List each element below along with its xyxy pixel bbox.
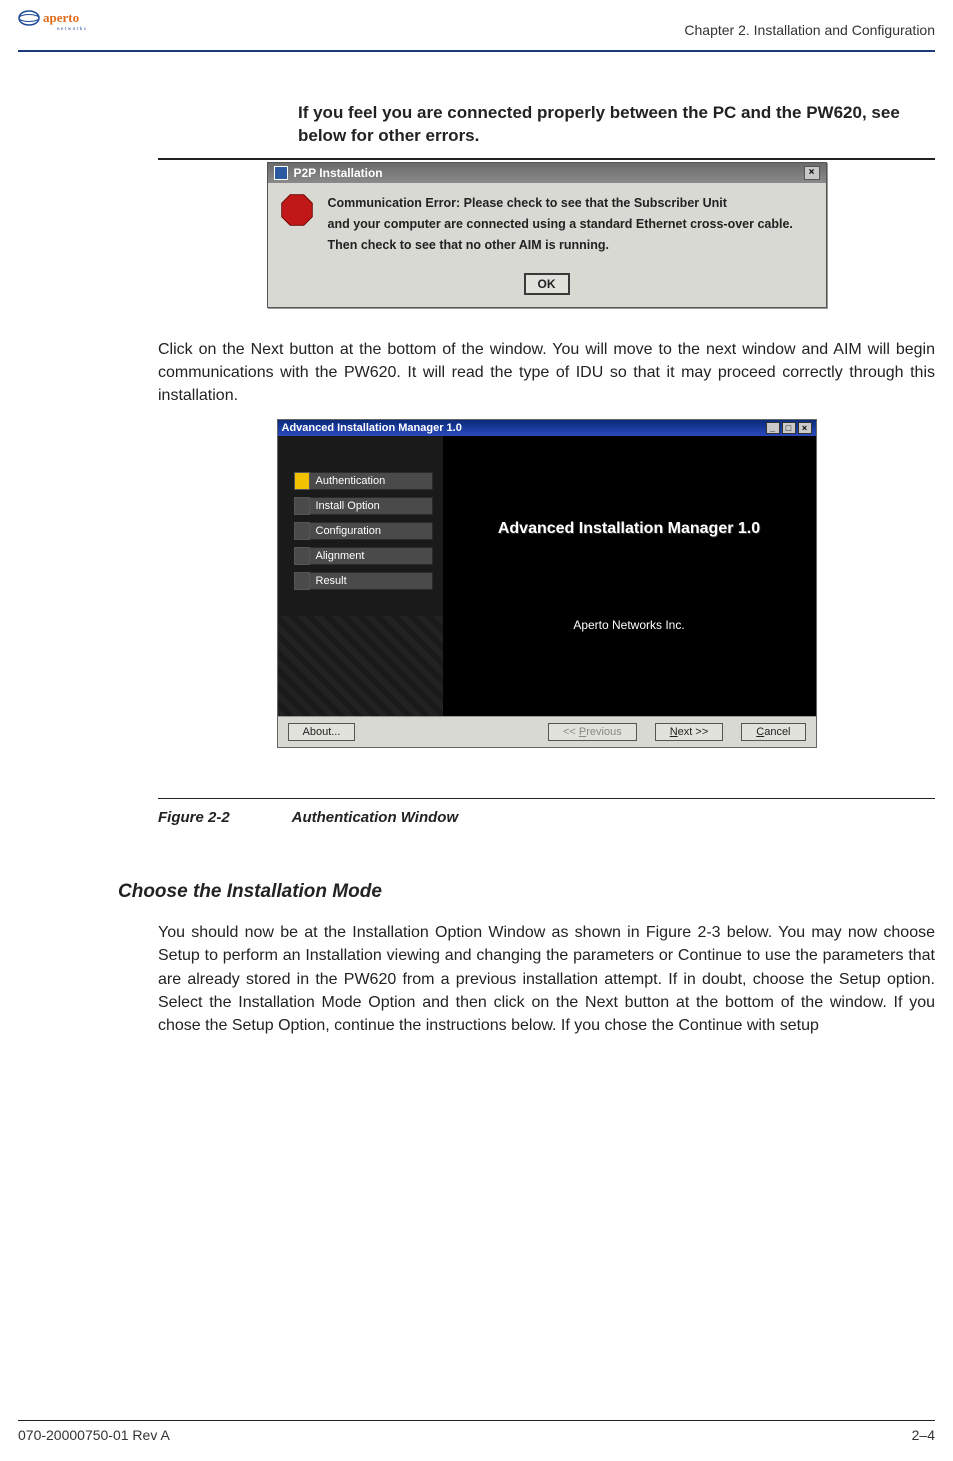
close-icon[interactable]: ×	[804, 166, 820, 180]
svg-text:networks: networks	[57, 27, 87, 32]
aim-title: Advanced Installation Manager 1.0	[282, 422, 462, 434]
step-label: Configuration	[310, 522, 433, 540]
aim-window-figure: Advanced Installation Manager 1.0 _ □ × …	[158, 419, 935, 748]
maximize-icon[interactable]: □	[782, 422, 796, 434]
close-icon[interactable]: ×	[798, 422, 812, 434]
aim-sidebar: Authentication Install Option Configurat…	[278, 436, 443, 716]
aim-main-title: Advanced Installation Manager 1.0	[498, 520, 760, 538]
footer-rule	[18, 1420, 935, 1421]
error-line-2: and your computer are connected using a …	[328, 214, 793, 235]
page-footer: 070-20000750-01 Rev A 2–4	[18, 1420, 935, 1443]
document-id: 070-20000750-01 Rev A	[18, 1427, 170, 1443]
error-line-3: Then check to see that no other AIM is r…	[328, 235, 793, 256]
step-indicator-icon	[294, 547, 310, 565]
section-paragraph: You should now be at the Installation Op…	[158, 921, 935, 1037]
lead-rule	[158, 158, 935, 160]
step-indicator-icon	[294, 522, 310, 540]
sidebar-step-authentication: Authentication	[294, 472, 433, 490]
error-dialog-figure: P2P Installation × Communication Error: …	[158, 162, 935, 308]
p2p-error-dialog: P2P Installation × Communication Error: …	[267, 162, 827, 308]
section-heading: Choose the Installation Mode	[118, 881, 935, 903]
error-line-1: Communication Error: Please check to see…	[328, 193, 793, 214]
aim-footer: About... << Previous Next >> Cancel	[278, 716, 816, 747]
minimize-icon[interactable]: _	[766, 422, 780, 434]
aim-main-panel: Advanced Installation Manager 1.0 Aperto…	[443, 436, 816, 716]
sidebar-step-alignment: Alignment	[294, 547, 433, 565]
dialog-titlebar: P2P Installation ×	[268, 163, 826, 183]
step-label: Install Option	[310, 497, 433, 515]
document-page: aperto networks Chapter 2. Installation …	[0, 0, 953, 1461]
step-indicator-icon	[294, 472, 310, 490]
figure-title: Authentication Window	[292, 809, 459, 826]
figure-caption: Figure 2-2 Authentication Window	[158, 809, 935, 826]
dialog-title: P2P Installation	[294, 166, 383, 180]
sidebar-step-configuration: Configuration	[294, 522, 433, 540]
page-number: 2–4	[912, 1427, 935, 1443]
lead-paragraph: If you feel you are connected properly b…	[298, 102, 935, 148]
step-indicator-icon	[294, 497, 310, 515]
app-icon	[274, 166, 288, 180]
stop-error-icon	[280, 193, 314, 227]
figure-number: Figure 2-2	[158, 809, 288, 826]
step-label: Alignment	[310, 547, 433, 565]
aim-titlebar: Advanced Installation Manager 1.0 _ □ ×	[278, 420, 816, 436]
error-message: Communication Error: Please check to see…	[328, 193, 793, 257]
aperto-logo: aperto networks	[18, 4, 118, 40]
step-label: Authentication	[310, 472, 433, 490]
page-header: aperto networks Chapter 2. Installation …	[0, 0, 953, 48]
chapter-title: Chapter 2. Installation and Configuratio…	[684, 22, 935, 38]
step-indicator-icon	[294, 572, 310, 590]
sidebar-step-result: Result	[294, 572, 433, 590]
about-button[interactable]: About...	[288, 723, 356, 741]
step-label: Result	[310, 572, 433, 590]
aperto-logo-icon: aperto networks	[18, 4, 118, 40]
figure-rule	[158, 798, 935, 799]
sidebar-step-install-option: Install Option	[294, 497, 433, 515]
body-paragraph-1: Click on the Next button at the bottom o…	[158, 338, 935, 408]
aim-company-label: Aperto Networks Inc.	[573, 618, 684, 632]
svg-text:aperto: aperto	[43, 10, 79, 25]
cancel-button[interactable]: Cancel	[741, 723, 805, 741]
ok-button[interactable]: OK	[524, 273, 570, 295]
aim-window: Advanced Installation Manager 1.0 _ □ × …	[277, 419, 817, 748]
previous-button: << Previous	[548, 723, 637, 741]
next-button[interactable]: Next >>	[655, 723, 724, 741]
